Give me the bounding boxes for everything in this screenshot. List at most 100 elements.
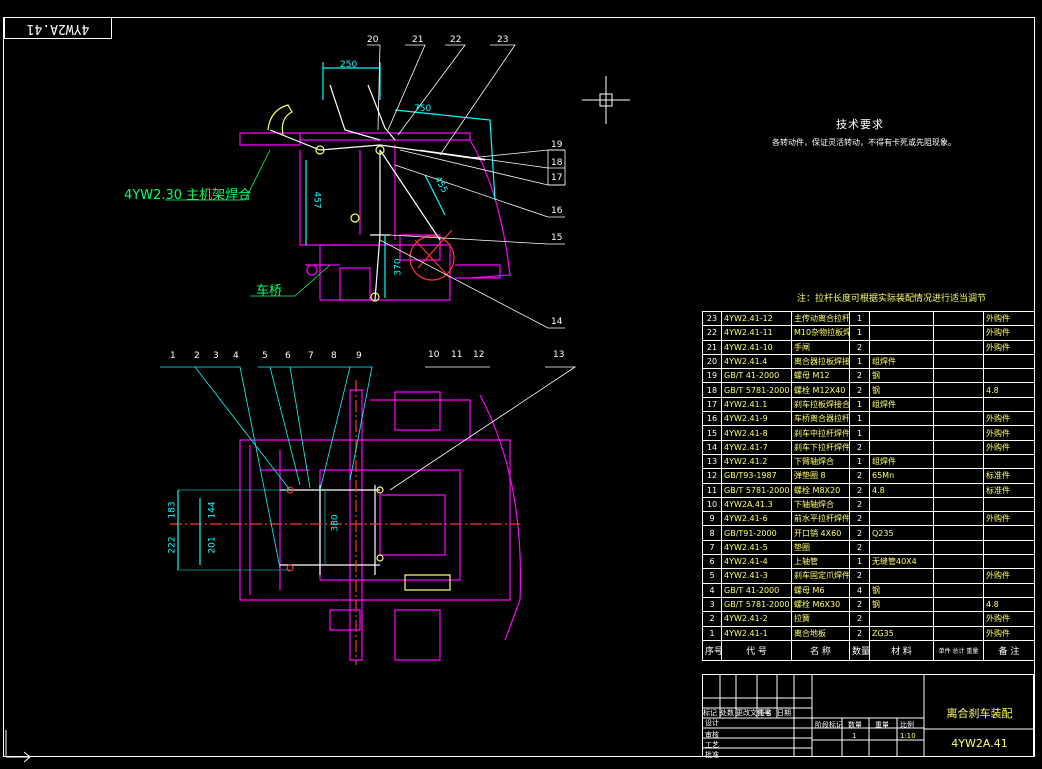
bom-cell-note: 外购件 (983, 339, 1035, 355)
bom-cell-name: 螺栓 M12X40 (791, 382, 850, 398)
bom-cell-no: 3 (702, 596, 722, 613)
callout-4: 4 (233, 351, 239, 361)
callout-23: 23 (497, 35, 509, 45)
bom-cell-note (983, 453, 1035, 470)
tb-qty-value: 1 (852, 732, 857, 740)
bom-cell-qty: 1 (849, 554, 870, 570)
callout-15: 15 (551, 233, 563, 243)
bom-cell-code: 4YW2.41-8 (721, 425, 792, 441)
bom-cell-code: 4YW2.41-4 (721, 554, 792, 570)
bom-cell-note (983, 496, 1035, 513)
bom-cell-name: 车桥离合器拉杆焊件 (791, 411, 850, 427)
bom-cell-no: 4 (702, 582, 722, 598)
tb-label-qty: 数量 (848, 721, 862, 729)
bom-cell-qty: 2 (849, 625, 870, 641)
adjustment-note: 注：拉杆长度可根据实际装配情况进行适当调节 (797, 294, 987, 304)
callout-19: 19 (551, 140, 563, 150)
bom-cell-material: 组焊件 (869, 453, 934, 470)
bom-cell-name: 拉簧 (791, 611, 850, 627)
bom-cell-weight (933, 525, 984, 541)
bom-cell-qty: 2 (849, 482, 870, 498)
bom-row: 234YW2.41-12主传动离合拉杆焊件1 外购件 (702, 310, 1035, 327)
bom-cell-note: 标准件 (983, 468, 1035, 484)
bom-cell-no: 17 (702, 396, 722, 413)
bom-cell-code: 4YW2.41-6 (721, 511, 792, 527)
bom-cell-no: 8 (702, 525, 722, 541)
bom-row: 5 4YW2.41-3 刹车固定爪焊件 2 外购件 (702, 568, 1035, 584)
bom-cell-weight (933, 554, 984, 570)
bom-cell-material: 4.8 (869, 482, 934, 498)
bom-cell-code: 4YW2.41-9 (721, 411, 792, 427)
drawing-code: 4YW2A.41 (951, 737, 1008, 750)
dim-750: 750 (414, 104, 432, 114)
bom-cell-qty: 2 (849, 511, 870, 527)
bom-cell-material (869, 496, 934, 513)
bom-cell-code: GB/T 5781-2000 (721, 482, 792, 498)
bom-header-note: 备 注 (983, 639, 1035, 661)
bom-cell-no: 19 (702, 368, 722, 384)
bom-cell-no: 1 (702, 625, 722, 641)
bom-cell-no: 14 (702, 439, 722, 455)
bom-cell-note: 外购件 (983, 411, 1035, 427)
bom-header-weight: 单件 总计 重量 (933, 639, 984, 661)
bom-cell-code: 4YW2.41-10 (721, 339, 792, 355)
bom-cell-weight (933, 425, 984, 441)
bom-cell-code: 4YW2A.41.3 (721, 496, 792, 513)
bom-cell-qty: 2 (849, 339, 870, 355)
bom-cell-name: 下轴轴焊合 (791, 496, 850, 513)
bom-cell-name: 刹车下拉杆焊件 (791, 439, 850, 455)
bom-cell-weight (933, 539, 984, 556)
bom-cell-qty: 1 (849, 411, 870, 427)
callout-9: 9 (356, 351, 362, 361)
bom-cell-name: 螺母 M12 (791, 368, 850, 384)
bom-cell-note: 外购件 (983, 511, 1035, 527)
bom-cell-qty: 2 (849, 525, 870, 541)
bom-cell-weight (933, 468, 984, 484)
callout-17: 17 (551, 173, 563, 183)
bom-cell-weight (933, 453, 984, 470)
bom-cell-name: 主传动离合拉杆焊件 (791, 310, 850, 327)
tech-requirements-text: 各转动件，保证灵活转动，不得有卡死或先阻现象。 (772, 138, 956, 147)
bom-cell-code: 4YW2.41-7 (721, 439, 792, 455)
bom-cell-weight (933, 411, 984, 427)
tb-label-sign: 签名 (758, 709, 772, 717)
bom-row: 224YW2.41-11M10杂物拉板焊件1 外购件 (702, 325, 1035, 341)
dim-183: 183 (167, 501, 178, 519)
bom-cell-note: 标准件 (983, 482, 1035, 498)
tb-label-scale: 比例 (900, 721, 914, 729)
bom-row: 11 GB/T 5781-2000 螺栓 M8X20 2 4.8 标准件 (702, 482, 1035, 498)
bom-cell-note: 外购件 (983, 568, 1035, 584)
bom-cell-name: 下臂轴焊合 (791, 453, 850, 470)
bom-cell-no: 2 (702, 611, 722, 627)
bom-cell-name: 前水平拉杆焊件 (791, 511, 850, 527)
bom-cell-weight (933, 325, 984, 341)
bom-cell-qty: 1 (849, 325, 870, 341)
dim-380: 380 (330, 514, 341, 532)
tb-label-approve: 批准 (705, 751, 719, 759)
callout-6: 6 (285, 351, 291, 361)
bom-row: 19 GB/T 41-2000 螺母 M12 2 钢 (702, 368, 1035, 384)
bom-cell-no: 5 (702, 568, 722, 584)
bom-cell-material: 钢 (869, 368, 934, 384)
bom-row: 21 4YW2.41-10 手闸 2 外购件 (702, 339, 1035, 355)
bom-cell-note: 外购件 (983, 425, 1035, 441)
tb-label-stage: 阶段标记 (815, 721, 843, 729)
bom-cell-material (869, 325, 934, 341)
bom-cell-code: 4YW2.41-1 (721, 625, 792, 641)
bom-row: 18 GB/T 5781-2000 螺栓 M12X40 2 钢 4.8 (702, 382, 1035, 398)
bom-cell-code: 4YW2.41-3 (721, 568, 792, 584)
bom-cell-name: 刹车固定爪焊件 (791, 568, 850, 584)
bom-row: 17 4YW2.41.1 刹车拉板焊接合 1 组焊件 (702, 396, 1035, 413)
bom-cell-note: 外购件 (983, 310, 1035, 327)
bom-cell-code: GB/T93-1987 (721, 468, 792, 484)
bom-cell-qty: 2 (849, 539, 870, 556)
dim-222: 222 (167, 536, 178, 554)
bom-cell-weight (933, 396, 984, 413)
bom-cell-material (869, 568, 934, 584)
bom-cell-material: Q235 (869, 525, 934, 541)
bom-header-no: 序号 (702, 639, 722, 661)
bom-cell-name: 离合地板 (791, 625, 850, 641)
bom-row: 20 4YW2.41.4 离合器拉板焊接 1 组焊件 (702, 353, 1035, 370)
tech-requirements-title: 技术要求 (836, 118, 884, 131)
tb-label-weight: 重量 (875, 721, 889, 729)
